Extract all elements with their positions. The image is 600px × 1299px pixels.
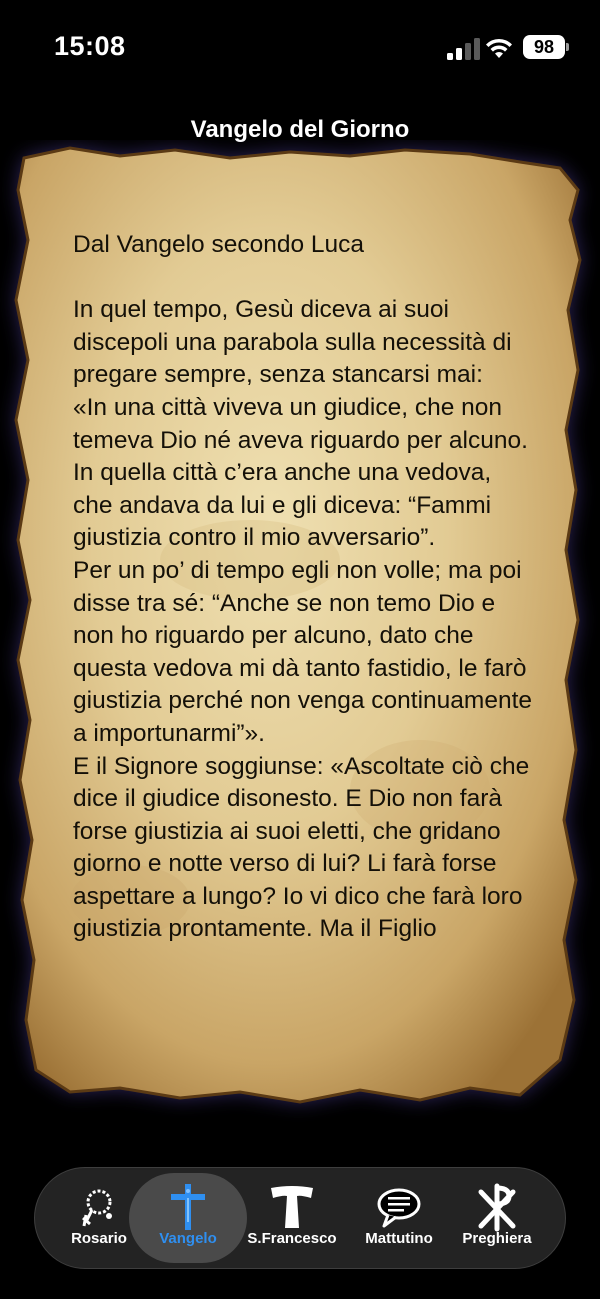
tab-sfrancesco[interactable]: S.Francesco bbox=[233, 1168, 351, 1268]
tab-label: Vangelo bbox=[159, 1230, 217, 1247]
tab-label: S.Francesco bbox=[247, 1230, 337, 1247]
tab-bar: Rosario Vangelo S.Francesco Mattutino Pr… bbox=[34, 1167, 566, 1269]
gospel-reading-text: Dal Vangelo secondo Luca In quel tempo, … bbox=[73, 231, 533, 943]
battery-indicator: 98 bbox=[523, 35, 569, 59]
tab-label: Preghiera bbox=[462, 1230, 532, 1247]
rosary-icon bbox=[82, 1189, 112, 1227]
battery-cap bbox=[566, 43, 569, 51]
tab-preghiera[interactable]: Preghiera bbox=[441, 1168, 553, 1268]
wifi-icon bbox=[486, 38, 512, 58]
tab-label: Mattutino bbox=[365, 1230, 433, 1247]
speech-bubble-icon bbox=[377, 1188, 421, 1228]
crucifix-icon bbox=[171, 1184, 205, 1230]
cellular-signal-icon bbox=[447, 38, 480, 60]
tab-vangelo[interactable]: Vangelo bbox=[132, 1168, 244, 1268]
battery-level: 98 bbox=[523, 35, 565, 59]
status-bar: 15:08 98 bbox=[0, 0, 600, 95]
status-time: 15:08 bbox=[54, 31, 126, 61]
chi-rho-icon bbox=[478, 1183, 516, 1232]
tab-mattutino[interactable]: Mattutino bbox=[343, 1168, 455, 1268]
tau-cross-icon bbox=[271, 1186, 313, 1228]
